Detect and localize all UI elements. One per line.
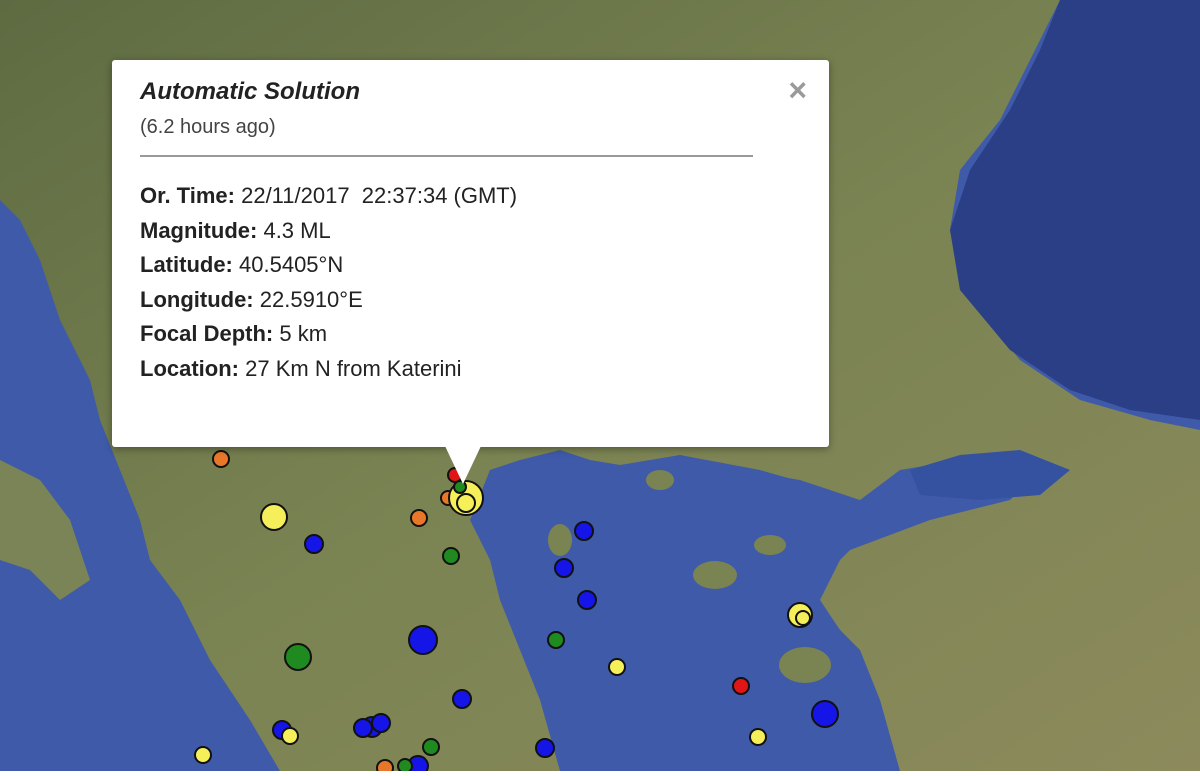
earthquake-marker[interactable]	[397, 758, 413, 774]
earthquake-marker[interactable]	[749, 728, 767, 746]
field-value: 4.3 ML	[263, 217, 331, 243]
earthquake-marker[interactable]	[376, 759, 394, 776]
popup-pointer	[445, 446, 481, 484]
earthquake-marker[interactable]	[535, 738, 555, 758]
earthquake-marker[interactable]	[811, 700, 839, 728]
field-value: 22.5910°E	[259, 286, 363, 312]
close-icon[interactable]: ×	[788, 74, 807, 106]
info-popup: × Automatic Solution (6.2 hours ago) Or.…	[112, 60, 829, 447]
earthquake-marker[interactable]	[410, 509, 428, 527]
earthquake-marker[interactable]	[574, 521, 594, 541]
earthquake-marker[interactable]	[281, 727, 299, 745]
field-label: Or. Time:	[140, 183, 235, 208]
earthquake-marker[interactable]	[456, 493, 476, 513]
field-magnitude: Magnitude: 4.3 ML	[140, 214, 801, 249]
earthquake-marker[interactable]	[212, 450, 230, 468]
field-value: 22/11/2017 22:37:34 (GMT)	[241, 183, 518, 208]
earthquake-marker[interactable]	[353, 718, 373, 738]
field-label: Location:	[140, 355, 239, 381]
earthquake-marker[interactable]	[371, 713, 391, 733]
field-location: Location: 27 Km N from Katerini	[140, 352, 801, 387]
field-label: Latitude:	[140, 252, 233, 277]
island	[693, 561, 737, 589]
field-label: Focal Depth:	[140, 321, 274, 346]
earthquake-marker[interactable]	[260, 503, 288, 531]
earthquake-marker[interactable]	[577, 590, 597, 610]
earthquake-marker[interactable]	[284, 643, 312, 671]
island	[779, 647, 831, 683]
field-label: Longitude:	[140, 286, 254, 312]
divider	[140, 155, 753, 157]
popup-time-ago: (6.2 hours ago)	[140, 116, 276, 138]
field-value: 40.5405°N	[239, 252, 344, 277]
earthquake-marker[interactable]	[732, 677, 750, 695]
island	[548, 524, 572, 556]
field-label: Magnitude:	[140, 217, 258, 243]
earthquake-marker[interactable]	[795, 610, 811, 626]
popup-title: Automatic Solution	[140, 78, 360, 105]
field-focal-depth: Focal Depth: 5 km	[140, 317, 801, 352]
earthquake-marker[interactable]	[452, 689, 472, 709]
field-value: 5 km	[279, 321, 328, 346]
field-latitude: Latitude: 40.5405°N	[140, 248, 801, 283]
island	[754, 535, 786, 555]
field-origin-time: Or. Time: 22/11/2017 22:37:34 (GMT)	[140, 179, 801, 214]
field-value: 27 Km N from Katerini	[245, 355, 462, 381]
earthquake-marker[interactable]	[408, 625, 438, 655]
earthquake-marker[interactable]	[304, 534, 324, 554]
earthquake-marker[interactable]	[554, 558, 574, 578]
field-list: Or. Time: 22/11/2017 22:37:34 (GMT) Magn…	[140, 179, 801, 386]
earthquake-marker[interactable]	[422, 738, 440, 756]
earthquake-marker[interactable]	[608, 658, 626, 676]
field-longitude: Longitude: 22.5910°E	[140, 283, 801, 318]
island	[646, 470, 674, 490]
earthquake-marker[interactable]	[194, 746, 212, 764]
earthquake-marker[interactable]	[442, 547, 460, 565]
earthquake-marker[interactable]	[547, 631, 565, 649]
